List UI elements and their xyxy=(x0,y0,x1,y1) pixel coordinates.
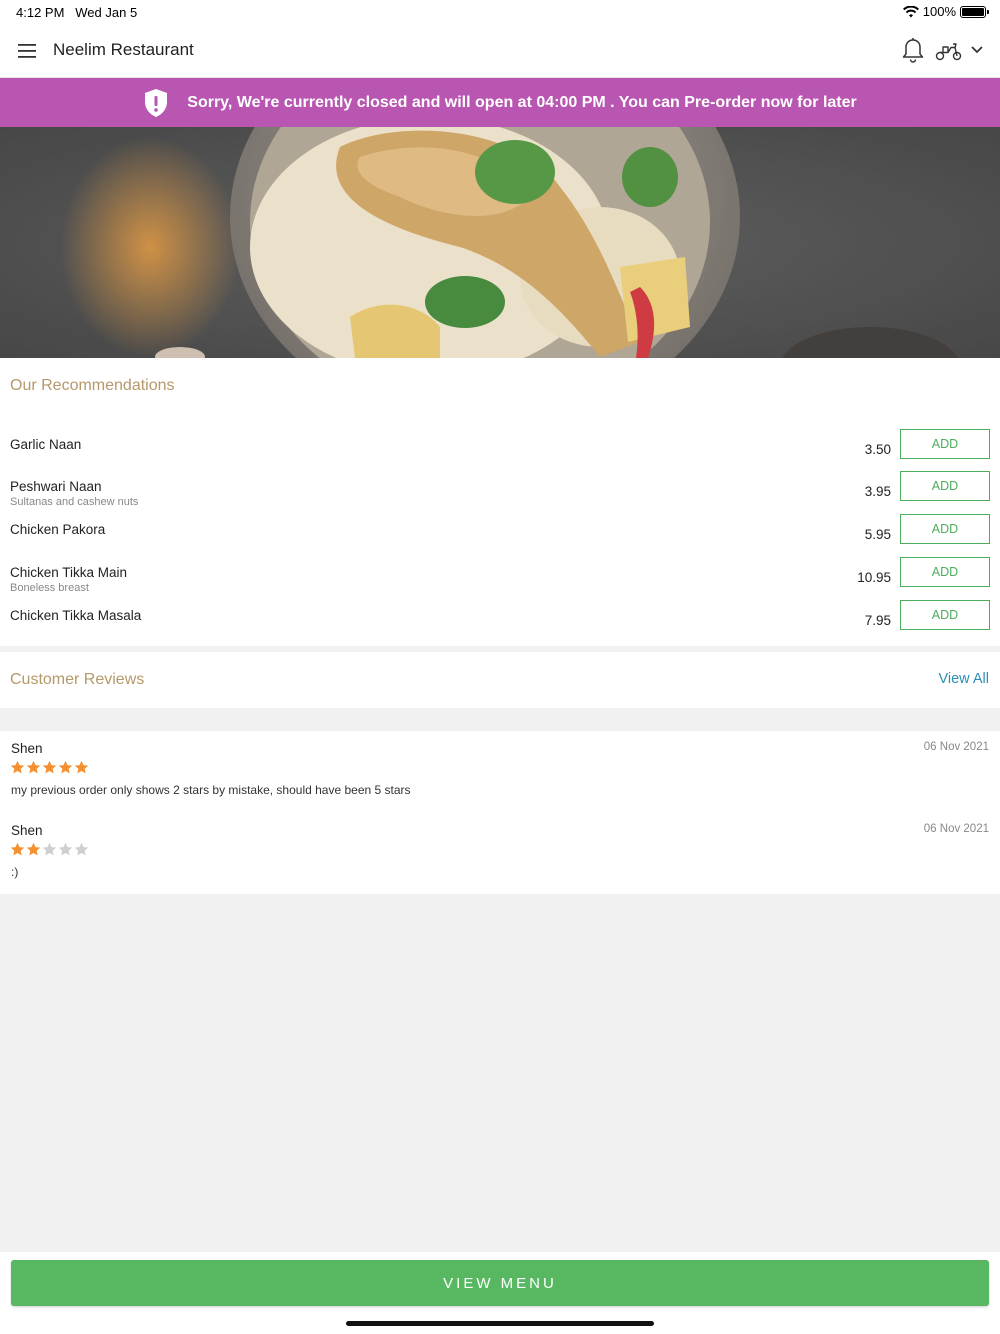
shield-alert-icon xyxy=(145,88,168,117)
item-price: 3.50 xyxy=(864,442,891,457)
status-time: 4:12 PM Wed Jan 5 xyxy=(16,5,138,20)
item-price: 3.95 xyxy=(864,484,891,499)
view-all-link[interactable]: View All xyxy=(938,671,989,687)
reviews-title: Customer Reviews xyxy=(10,671,145,688)
list-item: Peshwari Naan Sultanas and cashew nuts 3… xyxy=(0,471,1000,514)
top-nav-bar: Neelim Restaurant xyxy=(0,24,1000,78)
star-filled-icon xyxy=(10,842,25,856)
add-button[interactable]: ADD xyxy=(900,429,990,459)
add-button[interactable]: ADD xyxy=(900,471,990,501)
scooter-icon[interactable] xyxy=(934,39,964,63)
add-button[interactable]: ADD xyxy=(900,557,990,587)
wifi-icon xyxy=(902,5,919,17)
item-description: Sultanas and cashew nuts xyxy=(10,496,139,508)
home-indicator xyxy=(346,1321,654,1326)
star-filled-icon xyxy=(58,760,73,774)
add-button[interactable]: ADD xyxy=(900,514,990,544)
review-item: Shen 06 Nov 2021 my previous order only … xyxy=(0,731,1000,811)
list-item: Chicken Tikka Main Boneless breast 10.95… xyxy=(0,557,1000,600)
item-name: Chicken Tikka Masala xyxy=(10,608,142,623)
reviewer-name: Shen xyxy=(11,741,43,756)
review-text: :) xyxy=(11,865,19,879)
star-filled-icon xyxy=(74,760,89,774)
recommendations-title: Our Recommendations xyxy=(10,377,175,394)
reviews-header: Customer Reviews View All xyxy=(0,652,1000,708)
menu-icon[interactable] xyxy=(14,38,40,64)
item-price: 7.95 xyxy=(864,613,891,628)
review-date: 06 Nov 2021 xyxy=(923,741,989,753)
review-date: 06 Nov 2021 xyxy=(923,823,989,835)
item-name: Chicken Tikka Main xyxy=(10,565,128,580)
star-empty-icon xyxy=(42,842,57,856)
item-price: 10.95 xyxy=(857,570,891,585)
battery-percent: 100% xyxy=(922,4,956,19)
restaurant-title: Neelim Restaurant xyxy=(53,40,194,59)
view-menu-button[interactable]: VIEW MENU xyxy=(11,1260,989,1306)
review-text: my previous order only shows 2 stars by … xyxy=(11,783,411,797)
list-item: Garlic Naan 3.50 ADD xyxy=(0,429,1000,472)
star-empty-icon xyxy=(58,842,73,856)
star-filled-icon xyxy=(26,842,41,856)
star-rating xyxy=(10,842,89,857)
add-button[interactable]: ADD xyxy=(900,600,990,630)
reviewer-name: Shen xyxy=(11,823,43,838)
battery-icon xyxy=(960,5,989,18)
list-item: Chicken Pakora 5.95 ADD xyxy=(0,514,1000,557)
item-name: Chicken Pakora xyxy=(10,522,106,537)
review-item: Shen 06 Nov 2021 :) xyxy=(0,813,1000,893)
bell-icon[interactable] xyxy=(900,37,926,65)
item-name: Garlic Naan xyxy=(10,437,82,452)
star-filled-icon xyxy=(26,760,41,774)
closed-banner: Sorry, We're currently closed and will o… xyxy=(0,78,1000,127)
star-filled-icon xyxy=(42,760,57,774)
status-bar: 4:12 PM Wed Jan 5 100% xyxy=(0,0,1000,24)
item-name: Peshwari Naan xyxy=(10,479,102,494)
banner-message: Sorry, We're currently closed and will o… xyxy=(187,93,857,111)
star-empty-icon xyxy=(74,842,89,856)
reviews-list: Shen 06 Nov 2021 my previous order only … xyxy=(0,731,1000,894)
list-item: Chicken Tikka Masala 7.95 ADD xyxy=(0,600,1000,643)
star-filled-icon xyxy=(10,760,25,774)
status-right: 100% xyxy=(902,4,989,19)
hero-food-image xyxy=(0,127,1000,358)
chevron-down-icon[interactable] xyxy=(968,41,986,59)
recommendations-section: Our Recommendations Garlic Naan 3.50 ADD… xyxy=(0,358,1000,646)
star-rating xyxy=(10,760,89,775)
item-price: 5.95 xyxy=(864,527,891,542)
item-description: Boneless breast xyxy=(10,582,89,594)
bottom-bar: VIEW MENU xyxy=(0,1252,1000,1334)
